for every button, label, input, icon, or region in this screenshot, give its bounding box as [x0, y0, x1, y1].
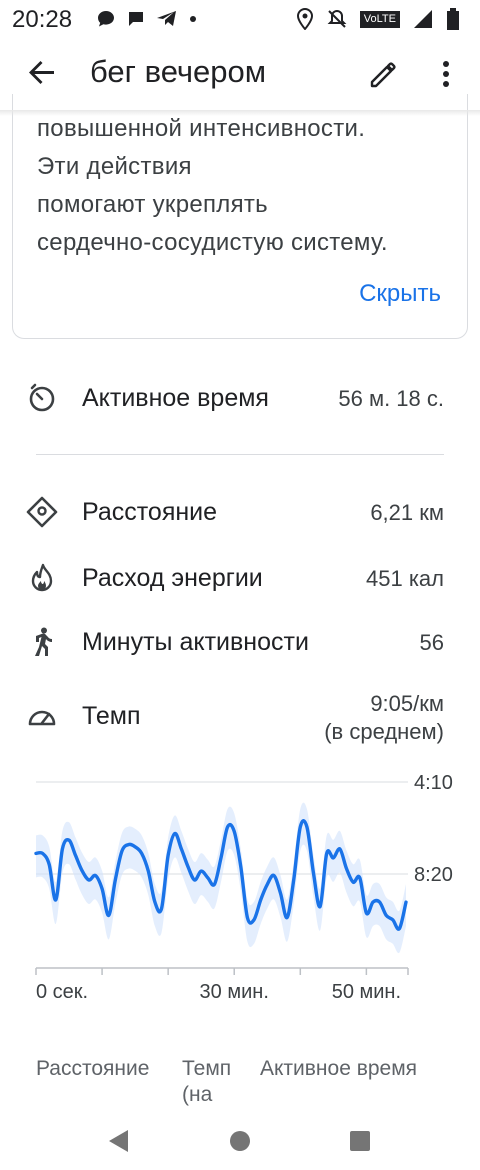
timer-icon — [29, 383, 55, 412]
telegram-icon — [157, 11, 176, 26]
location-icon — [296, 8, 313, 30]
speedometer-icon — [28, 710, 56, 726]
dot-icon — [190, 16, 196, 22]
nav-back-icon[interactable] — [106, 1128, 132, 1154]
message-icon — [129, 12, 143, 26]
pace-chart: 0 сек. 30 мин. 50 мин. 4:10 8:20 — [34, 766, 466, 1006]
x-tick-label: 50 мин. — [332, 981, 401, 1003]
arrow-back-icon[interactable] — [26, 56, 58, 88]
active-time-label: Активное время — [82, 384, 269, 412]
location-diamond-icon — [26, 496, 58, 528]
status-bar: 20:28 VoLTE — [0, 0, 480, 38]
nav-home-icon[interactable] — [228, 1128, 252, 1154]
walking-person-icon — [35, 627, 52, 656]
pace-chart-svg: 0 сек. 30 мин. 50 мин. 4:10 8:20 — [34, 772, 453, 1003]
active-time-value: 56 м. 18 с. — [338, 386, 444, 411]
pace-value: 9:05/км (в среднем) — [324, 690, 444, 746]
volte-icon: VoLTE — [359, 10, 400, 28]
flame-icon — [31, 563, 53, 592]
info-card-line: сердечно-сосудистую систему. — [37, 229, 388, 256]
info-card-description: повышенной интенсивности. Эти действия п… — [37, 110, 457, 262]
distance-label: Расстояние — [82, 498, 218, 526]
info-card-line: помогают укреплять — [37, 191, 268, 218]
status-right-icons: VoLTE — [296, 8, 460, 30]
signal-icon — [414, 10, 432, 28]
active-minutes-row: Минуты активности 56 — [0, 620, 480, 664]
status-left-icons — [96, 9, 198, 29]
tab-pace[interactable]: Темп (на — [182, 1056, 246, 1108]
active-time-row: Активное время 56 м. 18 с. — [0, 376, 480, 420]
battery-icon — [447, 8, 459, 30]
nav-recents-icon[interactable] — [348, 1128, 372, 1154]
active-minutes-label: Минуты активности — [82, 628, 309, 656]
energy-value: 451 кал — [366, 566, 444, 591]
more-vert-icon[interactable] — [436, 58, 456, 90]
pencil-icon[interactable] — [368, 58, 400, 90]
info-card-line: Эти действия — [37, 153, 192, 180]
tab-distance[interactable]: Расстояние — [36, 1056, 149, 1082]
chart-tabs: Расстояние Темп (на Активное время — [36, 1056, 456, 1116]
distance-row: Расстояние 6,21 км — [0, 490, 480, 534]
y-tick-label: 8:20 — [414, 864, 453, 886]
system-nav-bar — [0, 1116, 480, 1170]
status-time: 20:28 — [12, 6, 73, 33]
pace-label: Темп — [82, 702, 141, 730]
app-bar-shadow — [0, 110, 480, 116]
chat-bubble-icon — [98, 11, 114, 27]
x-tick-label: 0 сек. — [36, 981, 88, 1003]
pace-value-line1: 9:05/км — [370, 691, 444, 716]
pace-value-line2: (в среднем) — [324, 719, 444, 744]
page-title: бег вечером — [90, 54, 267, 89]
divider — [36, 454, 444, 455]
energy-row: Расход энергии 451 кал — [0, 556, 480, 600]
energy-label: Расход энергии — [82, 564, 263, 592]
info-card: повышенной интенсивности. Эти действия п… — [12, 94, 468, 339]
x-tick-label: 30 мин. — [200, 981, 269, 1003]
tab-active-time[interactable]: Активное время — [260, 1056, 417, 1082]
active-minutes-value: 56 — [419, 630, 444, 655]
y-tick-label: 4:10 — [414, 772, 453, 794]
bell-off-icon — [327, 9, 347, 28]
hide-button[interactable]: Скрыть — [359, 280, 441, 308]
distance-value: 6,21 км — [370, 500, 444, 525]
